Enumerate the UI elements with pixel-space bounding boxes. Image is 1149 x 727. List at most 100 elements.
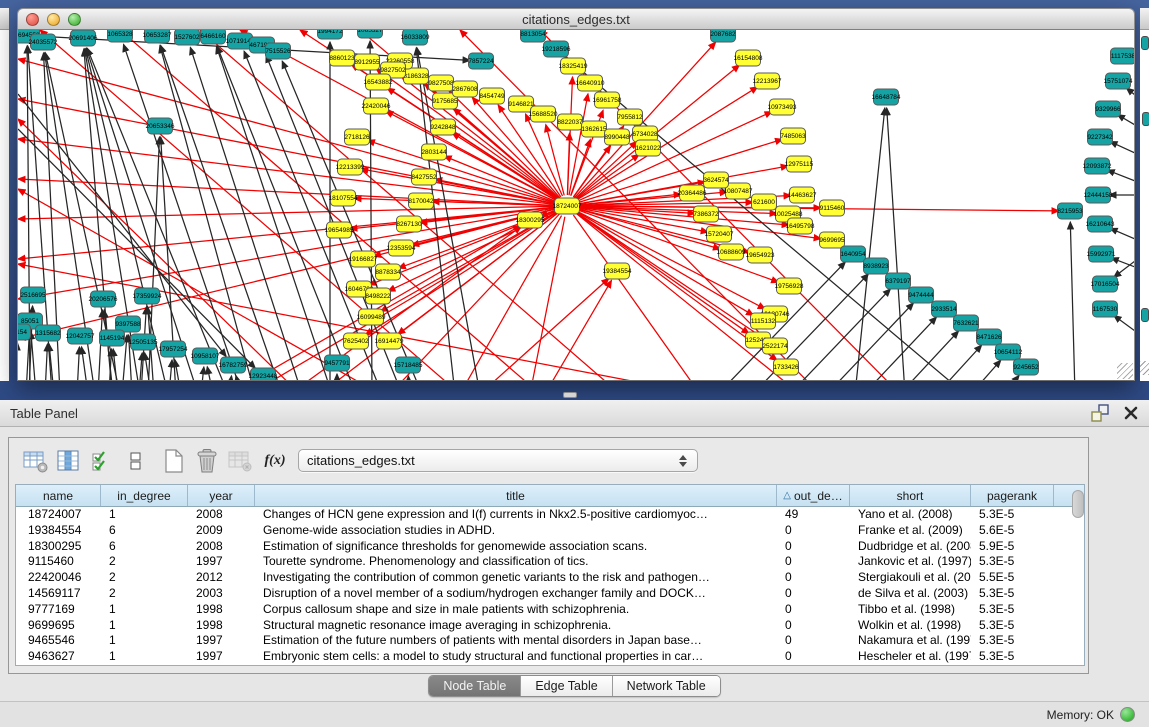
graph-node[interactable]: 15992971 bbox=[1087, 246, 1116, 262]
window-titlebar[interactable]: citations_edges.txt bbox=[17, 8, 1135, 30]
graph-edge[interactable] bbox=[18, 206, 556, 219]
graph-edge[interactable] bbox=[236, 376, 241, 381]
graph-edge[interactable] bbox=[887, 108, 905, 381]
graph-node[interactable]: 10653287 bbox=[143, 30, 172, 43]
graph-edge[interactable] bbox=[1111, 258, 1134, 267]
graph-node[interactable]: 8454749 bbox=[479, 88, 505, 104]
graph-node[interactable]: 18325419 bbox=[559, 58, 588, 74]
graph-node[interactable]: 8878334 bbox=[375, 264, 401, 280]
graph-node[interactable]: 16495798 bbox=[786, 218, 815, 234]
graph-node[interactable]: 7485063 bbox=[780, 128, 806, 144]
table-selector-combobox[interactable]: citations_edges.txt bbox=[298, 449, 698, 472]
graph-node[interactable]: 9242848 bbox=[430, 119, 456, 135]
graph-node[interactable]: 12213399 bbox=[336, 159, 365, 175]
graph-edge[interactable] bbox=[124, 44, 242, 381]
float-window-icon[interactable] bbox=[1089, 404, 1111, 422]
graph-node[interactable]: 7857224 bbox=[468, 53, 494, 69]
create-table-button[interactable] bbox=[159, 447, 189, 475]
graph-node[interactable]: 16782759 bbox=[219, 357, 248, 373]
graph-node[interactable]: 2933514 bbox=[931, 301, 957, 317]
graph-node[interactable]: 8186328 bbox=[403, 68, 429, 84]
graph-node[interactable]: 8912955 bbox=[354, 54, 380, 70]
column-header-name[interactable]: name bbox=[16, 485, 101, 506]
graph-edge[interactable] bbox=[855, 108, 885, 381]
graph-node[interactable]: 1527602 bbox=[174, 30, 200, 45]
graph-node[interactable]: 1362615 bbox=[581, 121, 607, 137]
graph-edge[interactable] bbox=[574, 42, 715, 198]
graph-edge[interactable] bbox=[1004, 376, 1019, 381]
graph-node[interactable]: 19218596 bbox=[542, 41, 571, 57]
graph-node[interactable]: 15751074 bbox=[1104, 73, 1133, 89]
table-settings-button[interactable] bbox=[21, 447, 51, 475]
graph-node[interactable]: 8822037 bbox=[557, 114, 583, 130]
graph-node[interactable]: 19166827 bbox=[349, 251, 378, 267]
graph-node[interactable]: 10654112 bbox=[994, 344, 1023, 360]
graph-node[interactable]: 20691406 bbox=[69, 30, 98, 46]
table-row[interactable]: 946362711997Embryonic stem cells: a mode… bbox=[16, 649, 1084, 665]
graph-edge[interactable] bbox=[201, 367, 204, 381]
zoom-button[interactable] bbox=[68, 13, 81, 26]
graph-edge[interactable] bbox=[40, 30, 460, 381]
graph-node[interactable]: 20206576 bbox=[89, 291, 118, 307]
graph-node[interactable]: 621600 bbox=[752, 194, 777, 210]
graph-node[interactable]: 24035572 bbox=[29, 34, 58, 50]
graph-edge[interactable] bbox=[77, 347, 79, 381]
graph-node[interactable]: 6466160 bbox=[200, 30, 226, 44]
graph-node[interactable]: 16099489 bbox=[357, 309, 386, 325]
graph-node[interactable]: 15718485 bbox=[394, 357, 423, 373]
graph-node[interactable]: 16648784 bbox=[872, 89, 901, 105]
graph-node[interactable]: 16640910 bbox=[576, 75, 605, 91]
table-scrollbar[interactable] bbox=[1072, 488, 1084, 664]
graph-edge[interactable] bbox=[45, 344, 47, 381]
graph-node[interactable]: 10688609 bbox=[717, 244, 746, 260]
split-pane-grip[interactable] bbox=[563, 392, 577, 398]
graph-edge[interactable] bbox=[1110, 142, 1134, 153]
graph-node[interactable]: 20364486 bbox=[678, 185, 707, 201]
network-view-window[interactable]: citations_edges.txt 16945532403557220691… bbox=[17, 8, 1135, 381]
graph-node[interactable]: 1315682 bbox=[35, 325, 61, 341]
graph-node[interactable]: 16543882 bbox=[364, 74, 393, 90]
graph-node[interactable]: 12505135 bbox=[129, 334, 158, 350]
graph-node[interactable]: 15688520 bbox=[529, 106, 558, 122]
graph-node[interactable]: 1733426 bbox=[773, 359, 799, 375]
graph-node[interactable]: 1621022 bbox=[635, 140, 661, 156]
graph-node[interactable]: 1065527 bbox=[357, 30, 383, 38]
graph-node[interactable]: 2087682 bbox=[710, 30, 736, 42]
graph-edge[interactable] bbox=[1117, 115, 1134, 125]
graph-node[interactable]: 8170042 bbox=[408, 193, 434, 209]
graph-node[interactable]: 7625402 bbox=[343, 333, 369, 349]
table-row[interactable]: 946554611997Estimation of the future num… bbox=[16, 633, 1084, 649]
graph-edge[interactable] bbox=[18, 99, 556, 204]
graph-node[interactable]: 9457791 bbox=[324, 355, 350, 371]
graph-node[interactable]: 8860123 bbox=[329, 50, 355, 66]
column-header-short[interactable]: short bbox=[850, 485, 971, 506]
graph-node[interactable]: 19384554 bbox=[603, 263, 632, 279]
graph-node[interactable]: 19756928 bbox=[775, 278, 804, 294]
graph-edge[interactable] bbox=[408, 376, 409, 381]
graph-node[interactable]: 16914479 bbox=[375, 333, 404, 349]
graph-node[interactable]: 9115460 bbox=[820, 200, 845, 216]
tab-edge-table[interactable]: Edge Table bbox=[521, 676, 612, 696]
graph-node[interactable]: 14463627 bbox=[788, 187, 817, 203]
graph-node[interactable]: 18107554 bbox=[329, 190, 358, 206]
graph-edge[interactable] bbox=[900, 331, 959, 381]
graph-edge[interactable] bbox=[244, 51, 382, 381]
column-header-in_degree[interactable]: in_degree bbox=[101, 485, 188, 506]
graph-node[interactable]: 8813054 bbox=[520, 30, 546, 42]
graph-edge[interactable] bbox=[480, 278, 609, 381]
graph-node[interactable]: 19654923 bbox=[746, 247, 775, 263]
graph-node[interactable]: 20653346 bbox=[146, 118, 175, 134]
graph-node[interactable]: 9474444 bbox=[908, 287, 934, 303]
graph-node[interactable]: 39154 bbox=[18, 324, 31, 340]
graph-node[interactable]: 8990448 bbox=[604, 129, 630, 145]
network-canvas[interactable]: 1694553240355722069140610653281065328715… bbox=[17, 30, 1135, 381]
graph-node[interactable]: 16154808 bbox=[734, 50, 763, 66]
graph-node[interactable]: 2867608 bbox=[452, 81, 478, 97]
graph-node[interactable]: 8267130 bbox=[396, 216, 422, 232]
graph-node[interactable]: 12444158 bbox=[1084, 187, 1113, 203]
table-row[interactable]: 1830029562008Estimation of significance … bbox=[16, 539, 1084, 555]
graph-node[interactable]: 9227342 bbox=[1087, 129, 1113, 145]
graph-node[interactable]: 12213967 bbox=[753, 73, 782, 89]
graph-node[interactable]: 2803144 bbox=[421, 144, 447, 160]
graph-node[interactable]: 8427552 bbox=[411, 169, 437, 185]
